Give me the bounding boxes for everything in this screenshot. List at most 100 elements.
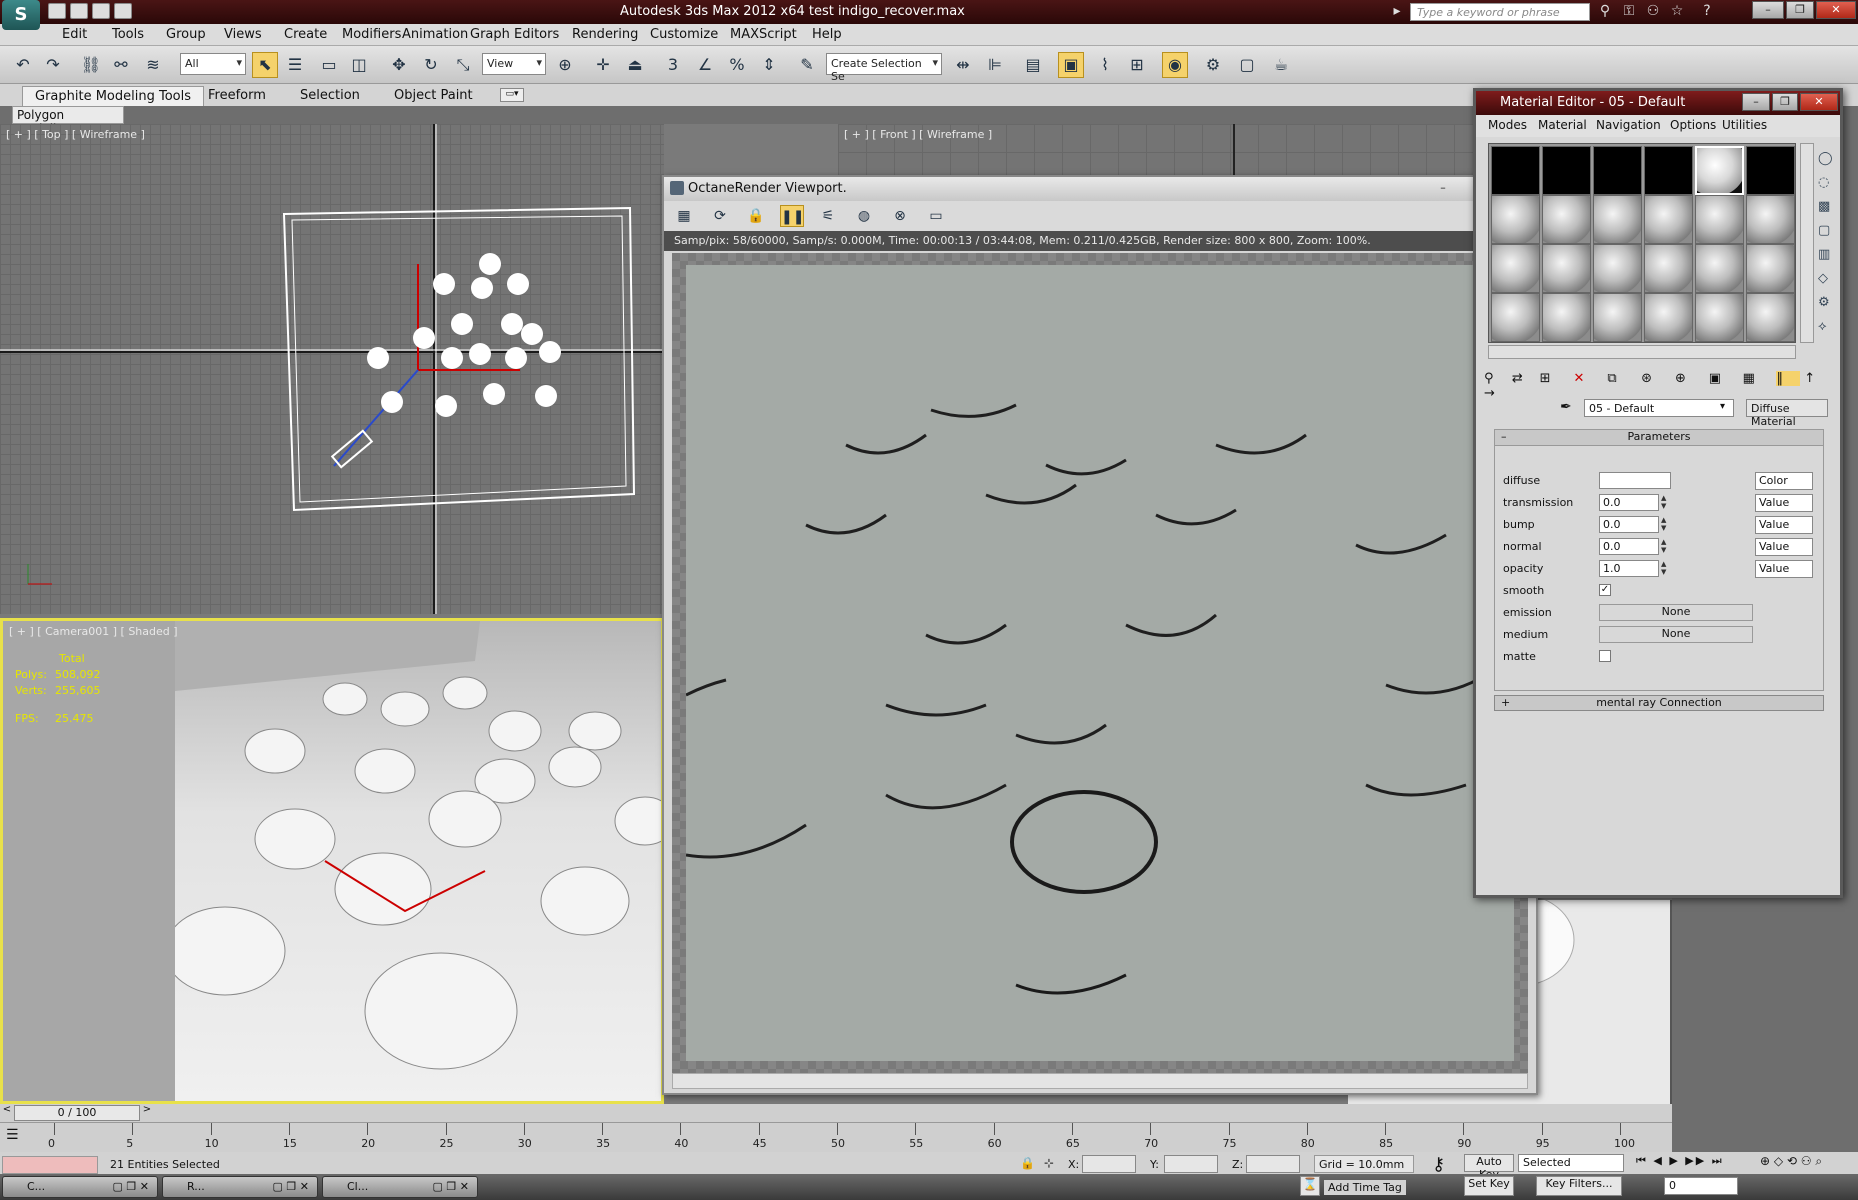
material-slot[interactable] [1491, 146, 1540, 195]
ribbon-tab-selection[interactable]: Selection [288, 86, 372, 106]
reference-coord-dropdown[interactable]: View [482, 53, 546, 75]
octane-render-canvas[interactable] [672, 253, 1528, 1073]
material-slot[interactable] [1746, 195, 1795, 244]
taskbar-window-controls[interactable]: ▢ ❐ ✕ [433, 1180, 469, 1193]
layer-manager-icon[interactable]: ▤ [1020, 52, 1046, 78]
material-slot[interactable] [1593, 146, 1642, 195]
key-filters-button[interactable]: Key Filters... [1536, 1176, 1622, 1196]
time-prev-icon[interactable]: < [0, 1104, 14, 1122]
material-type-button[interactable]: Diffuse Material [1746, 399, 1828, 428]
show-map-icon[interactable]: ▦ [1743, 371, 1773, 386]
menu-animation[interactable]: Animation [402, 27, 468, 42]
material-slot[interactable] [1593, 244, 1642, 293]
rotate-icon[interactable]: ↻ [418, 52, 444, 78]
parameters-rollout-header[interactable]: – Parameters [1495, 430, 1823, 446]
diffuse-mode-dropdown[interactable]: Color [1755, 472, 1813, 490]
new-file-icon[interactable] [48, 3, 66, 19]
undo-icon[interactable]: ↶ [10, 52, 36, 78]
select-by-name-icon[interactable]: ☰ [282, 52, 308, 78]
normal-spinner-icon[interactable]: ▲ ▼ [1661, 538, 1671, 555]
select-manipulate-icon[interactable]: ✛ [590, 52, 616, 78]
normal-mode-dropdown[interactable]: Value [1755, 538, 1813, 556]
reset-map-icon[interactable]: ✕ [1573, 371, 1603, 386]
viewport-nav-icons[interactable]: ⊕ ◇ ⟲ ⚇ ⌕ [1760, 1154, 1822, 1169]
binoculars-icon[interactable]: ⚲ [1596, 2, 1614, 20]
time-slider[interactable]: < 0 / 100 > [0, 1104, 1672, 1122]
taskbar-window-button[interactable]: R... ▢ ❐ ✕ [162, 1176, 318, 1198]
minimize-button[interactable]: – [1752, 1, 1784, 19]
menu-modifiers[interactable]: Modifiers [342, 27, 401, 42]
unlink-icon[interactable]: ⚯ [108, 52, 134, 78]
link-icon[interactable]: ⛓ [78, 52, 104, 78]
favorites-icon[interactable]: ☆ [1668, 2, 1686, 20]
menu-help[interactable]: Help [812, 27, 842, 42]
normal-field[interactable]: 0.0 [1599, 538, 1659, 555]
menu-customize[interactable]: Customize [650, 27, 718, 42]
video-color-check-icon[interactable]: ▥ [1818, 243, 1836, 267]
make-preview-icon[interactable]: ◇ [1818, 267, 1836, 291]
material-editor-icon[interactable]: ◉ [1162, 52, 1188, 78]
menu-create[interactable]: Create [284, 27, 327, 42]
mirror-icon[interactable]: ⇹ [950, 52, 976, 78]
sample-options-icon[interactable]: ⚙ [1818, 291, 1836, 315]
menu-tools[interactable]: Tools [112, 27, 144, 42]
edit-named-selection-icon[interactable]: ✎ [794, 52, 820, 78]
menu-maxscript[interactable]: MAXScript [730, 27, 797, 42]
me-menu-material[interactable]: Material [1538, 118, 1587, 132]
me-close-button[interactable]: ✕ [1800, 93, 1838, 111]
material-slot[interactable] [1542, 244, 1591, 293]
taskbar-window-controls[interactable]: ▢ ❐ ✕ [113, 1180, 149, 1193]
smooth-checkbox[interactable]: ✓ [1599, 584, 1611, 596]
selection-filter-dropdown[interactable]: All [180, 53, 246, 75]
transmission-mode-dropdown[interactable]: Value [1755, 494, 1813, 512]
set-key-mode-icon[interactable]: ⚷ [1432, 1154, 1445, 1175]
material-slot[interactable] [1644, 293, 1693, 342]
mini-curve-editor-icon[interactable]: ☰ [6, 1127, 19, 1143]
bump-spinner-icon[interactable]: ▲ ▼ [1661, 516, 1671, 533]
slots-vertical-scrollbar[interactable] [1800, 143, 1814, 343]
octane-region-icon[interactable]: ⊗ [888, 205, 912, 227]
absolute-mode-icon[interactable]: ⊹ [1044, 1156, 1054, 1170]
open-file-icon[interactable] [70, 3, 88, 19]
auto-key-button[interactable]: Auto Key [1464, 1154, 1514, 1181]
mental-ray-rollout[interactable]: + mental ray Connection [1494, 695, 1824, 711]
get-material-icon[interactable]: ⚲ [1484, 371, 1508, 386]
graphite-toggle-icon[interactable]: ▣ [1058, 52, 1084, 78]
material-slot[interactable] [1644, 195, 1693, 244]
key-selection-dropdown[interactable]: Selected [1518, 1154, 1624, 1172]
taskbar-window-button[interactable]: C... ▢ ❐ ✕ [2, 1176, 158, 1198]
bump-field[interactable]: 0.0 [1599, 516, 1659, 533]
material-slot[interactable] [1644, 244, 1693, 293]
slots-horizontal-scrollbar[interactable] [1488, 345, 1796, 359]
backlight-icon[interactable]: ◌ [1818, 171, 1836, 195]
pivot-center-icon[interactable]: ⊕ [552, 52, 578, 78]
material-slot[interactable] [1644, 146, 1693, 195]
schematic-view-icon[interactable]: ⊞ [1124, 52, 1150, 78]
ribbon-options-icon[interactable]: ▭▾ [500, 88, 524, 102]
octane-render-icon[interactable]: ▦ [672, 205, 696, 227]
close-button[interactable]: ✕ [1816, 1, 1856, 19]
angle-snap-icon[interactable]: ∠ [692, 52, 718, 78]
medium-button[interactable]: None [1599, 626, 1753, 643]
search-arrow-icon[interactable]: ▸ [1388, 2, 1406, 20]
z-coordinate-field[interactable] [1246, 1155, 1300, 1173]
track-bar[interactable]: ☰ 0 5 10 15 20 25 30 35 40 45 50 55 60 65 70 75 80 85 90 95… [0, 1122, 1672, 1152]
restore-button[interactable]: ❐ [1786, 1, 1814, 19]
copy-material-icon[interactable]: ⧉ [1607, 371, 1637, 386]
select-object-icon[interactable]: ⬉ [252, 52, 278, 78]
go-to-parent-icon[interactable]: ↑ [1804, 371, 1828, 386]
viewport-top-label[interactable]: [ + ] [ Top ] [ Wireframe ] [6, 128, 145, 141]
app-logo-icon[interactable]: S [2, 0, 40, 30]
material-slot[interactable] [1695, 293, 1744, 342]
set-key-button[interactable]: Set Key [1464, 1176, 1514, 1196]
emission-button[interactable]: None [1599, 604, 1753, 621]
ribbon-tab-object-paint[interactable]: Object Paint [382, 86, 485, 106]
move-icon[interactable]: ✥ [386, 52, 412, 78]
rendered-frame-icon[interactable]: ▢ [1234, 52, 1260, 78]
material-slot[interactable] [1746, 293, 1795, 342]
material-slot[interactable] [1593, 293, 1642, 342]
menu-views[interactable]: Views [224, 27, 262, 42]
material-slot[interactable] [1746, 146, 1795, 195]
background-icon[interactable]: ▩ [1818, 195, 1836, 219]
taskbar-window-controls[interactable]: ▢ ❐ ✕ [273, 1180, 309, 1193]
